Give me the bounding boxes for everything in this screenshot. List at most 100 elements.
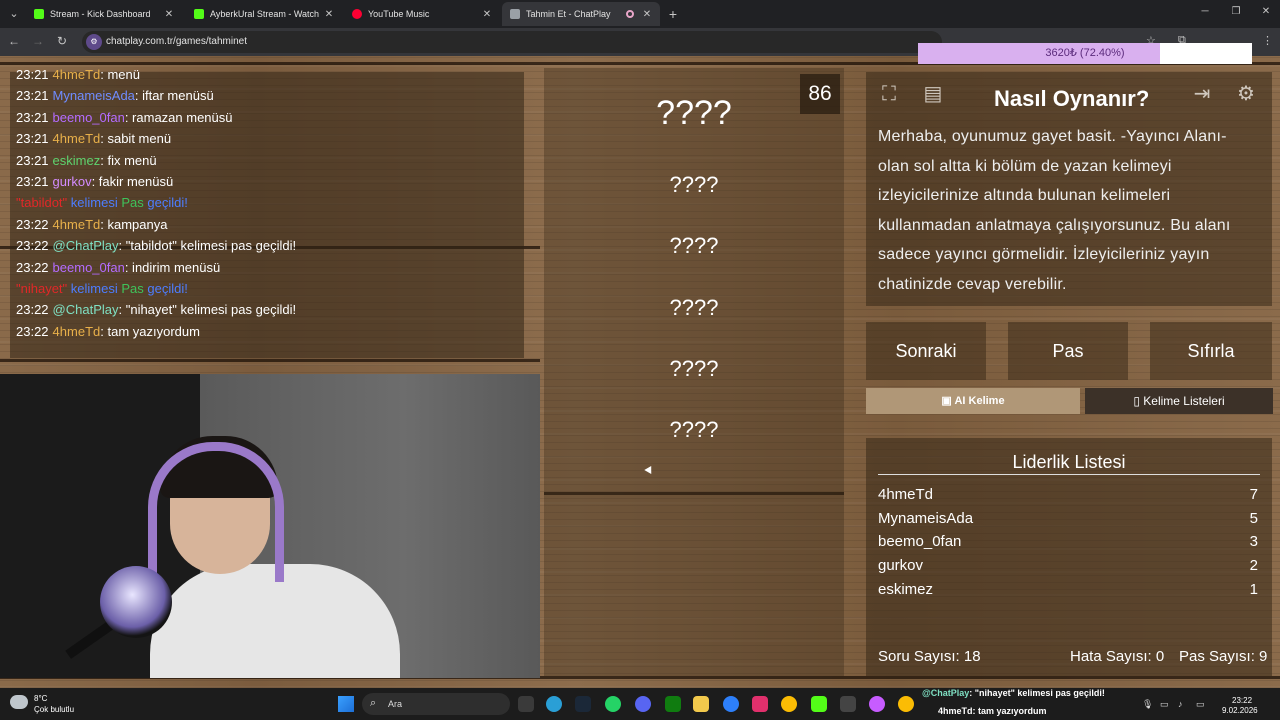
chat-username[interactable]: @ChatPlay (53, 238, 119, 253)
close-icon[interactable]: ✕ (480, 9, 494, 20)
search-icon: ⌕ (370, 697, 377, 709)
chat-text: : fakir menüsü (91, 174, 174, 189)
word-lists-label: Kelime Listeleri (1143, 394, 1225, 408)
new-tab-button[interactable]: + (664, 4, 682, 24)
close-icon[interactable]: ✕ (322, 9, 336, 20)
steam-icon[interactable] (575, 696, 591, 712)
chat-text: : fix menü (100, 152, 157, 168)
close-icon[interactable]: ✕ (640, 9, 654, 20)
word-lists-button[interactable]: ▯ Kelime Listeleri (1085, 388, 1273, 414)
chat-message: 23:22 4hmeTd: tam yazıyordum (16, 324, 200, 339)
search-placeholder: Ara (388, 699, 403, 709)
leaderboard-name: eskimez (878, 580, 934, 598)
goal-progress-bar: 3620₺ (72.40%) (918, 43, 1252, 64)
chat-username[interactable]: eskimez (53, 153, 101, 168)
how-to-play-title: Nasıl Oynanır? (994, 86, 1150, 111)
app-icon[interactable] (723, 696, 739, 712)
network-icon[interactable]: ▭ (1160, 699, 1169, 710)
app-icon[interactable] (869, 696, 885, 712)
leaderboard-score: 2 (1249, 557, 1258, 575)
tab-search-button[interactable]: ⌄ (4, 4, 24, 24)
passed-word: "nihayet" (16, 281, 68, 296)
robot-icon: ▣ (941, 395, 955, 407)
forbidden-word: ???? (669, 356, 719, 381)
kick-icon[interactable] (811, 696, 827, 712)
tab-title: Stream - Kick Dashboard (50, 9, 151, 19)
chrome-icon[interactable] (898, 696, 914, 712)
chat-timestamp: 23:21 (16, 67, 49, 82)
chat-message: 23:22 @ChatPlay: "nihayet" kelimesi pas g… (16, 302, 296, 317)
kick-icon (34, 9, 44, 19)
chat-text: : tam yazıyordum (100, 323, 200, 339)
chat-timestamp: 23:22 (16, 259, 49, 275)
discord-icon[interactable] (635, 696, 651, 712)
tab-kick-watch[interactable]: AyberkUral Stream - Watch Live ✕ (186, 2, 342, 26)
whatsapp-icon[interactable] (605, 696, 621, 712)
forward-button[interactable]: → (30, 34, 46, 48)
chrome-icon[interactable] (781, 696, 797, 712)
chat-timestamp: 23:21 (16, 152, 49, 168)
chat-username[interactable]: 4hmeTd (53, 131, 101, 146)
toast-message: 4hmeTd: tam yazıyordum (938, 706, 1047, 716)
obs-icon[interactable] (840, 696, 856, 712)
tab-title: AyberkUral Stream - Watch Live (210, 9, 322, 19)
reload-button[interactable]: ↻ (54, 34, 70, 48)
maximize-button[interactable]: ❐ (1229, 6, 1243, 17)
leaderboard-name: 4hmeTd (878, 486, 934, 503)
next-button[interactable]: Sonraki (866, 322, 986, 380)
site-info-icon[interactable]: ⚙ (86, 34, 102, 50)
leaderboard-score: 7 (1249, 486, 1258, 503)
settings-gear-icon[interactable]: ⚙ (1230, 78, 1262, 110)
tab-bar: ⌄ Stream - Kick Dashboard ✕ AyberkUral S… (0, 0, 1280, 28)
reset-button[interactable]: Sıfırla (1150, 322, 1272, 380)
instagram-icon[interactable] (752, 696, 768, 712)
chat-text: : indirim menüsü (124, 259, 221, 275)
toast-user: 4hmeTd (938, 706, 973, 716)
minimize-button[interactable]: ─ (1198, 6, 1212, 17)
edge-icon[interactable] (546, 696, 562, 712)
chat-message: 23:21 gurkov: fakir menüsü (16, 174, 173, 189)
system-text: kelimesi (67, 281, 122, 296)
exit-icon[interactable]: ⇥ (1186, 78, 1218, 110)
tab-chatplay[interactable]: Tahmin Et - ChatPlay ✕ (502, 2, 660, 26)
url-text: chatplay.com.tr/games/tahminet (106, 36, 247, 47)
chat-username[interactable]: @ChatPlay (53, 302, 119, 317)
chat-username[interactable]: 4hmeTd (53, 324, 101, 339)
volume-icon[interactable]: ♪ (1178, 699, 1183, 709)
notes-icon[interactable]: ▤ (917, 78, 949, 110)
file-explorer-icon[interactable] (693, 696, 709, 712)
xbox-icon[interactable] (665, 696, 681, 712)
chat-username[interactable]: gurkov (53, 174, 92, 189)
close-icon[interactable]: ✕ (162, 9, 176, 20)
toast-text: : tam yazıyordum (972, 706, 1047, 716)
pass-label: Pas (121, 281, 144, 296)
url-field[interactable]: ⚙ chatplay.com.tr/games/tahminet (82, 31, 942, 53)
chat-username[interactable]: beemo_0fan (53, 260, 125, 275)
pass-button[interactable]: Pas (1008, 322, 1128, 380)
chat-message: 23:21 beemo_0fan: ramazan menüsü (16, 110, 233, 125)
chatplay-icon (510, 9, 520, 19)
battery-icon[interactable]: ▭ (1196, 699, 1205, 710)
leaderboard-name: MynameisAda (878, 509, 974, 527)
ai-word-button[interactable]: ▣ AI Kelime (866, 388, 1080, 414)
tab-kick-dashboard[interactable]: Stream - Kick Dashboard ✕ (26, 2, 182, 26)
tab-youtube-music[interactable]: YouTube Music ✕ (344, 2, 500, 26)
chat-username[interactable]: 4hmeTd (53, 217, 101, 232)
fullscreen-icon[interactable]: ⛶ (873, 78, 905, 110)
chat-username[interactable]: MynameisAda (53, 88, 135, 103)
tab-title: Tahmin Et - ChatPlay (526, 9, 611, 19)
start-button[interactable] (338, 696, 354, 712)
taskbar-search[interactable]: ⌕ Ara (362, 693, 510, 715)
back-button[interactable]: ← (6, 34, 22, 48)
chat-username[interactable]: 4hmeTd (53, 67, 101, 82)
kick-icon (194, 9, 204, 19)
chat-username[interactable]: beemo_0fan (53, 110, 125, 125)
task-view-icon[interactable] (518, 696, 534, 712)
chat-message: 23:21 eskimez: fix menü (16, 153, 157, 168)
menu-icon[interactable]: ⋮ (1262, 34, 1273, 47)
system-text: kelimesi (67, 195, 122, 211)
chat-message: 23:22 beemo_0fan: indirim menüsü (16, 260, 220, 275)
how-to-play-text: Merhaba, oyunumuz gayet basit. -Yayıncı … (878, 128, 1231, 293)
close-window-button[interactable]: ✕ (1259, 6, 1273, 17)
forbidden-word: ???? (669, 233, 719, 258)
